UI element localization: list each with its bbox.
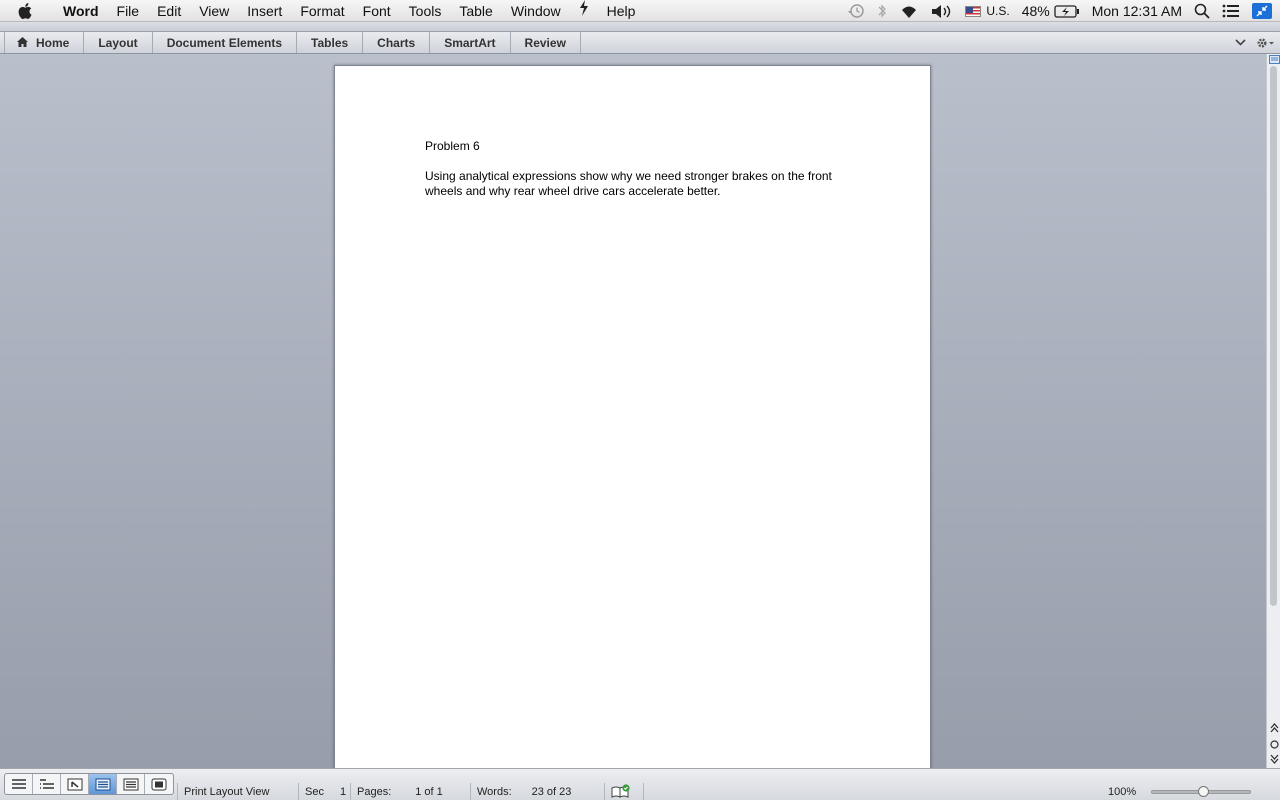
section-field[interactable]: Sec 1	[298, 783, 350, 800]
previous-page-icon[interactable]	[1268, 722, 1280, 734]
menu-view[interactable]: View	[190, 0, 238, 22]
next-page-icon[interactable]	[1268, 753, 1280, 765]
document-workspace: Problem 6 Using analytical expressions s…	[0, 54, 1266, 770]
section-label: Sec	[305, 786, 324, 798]
menu-bar: Word File Edit View Insert Format Font T…	[0, 0, 1280, 22]
input-source-label: U.S.	[986, 4, 1010, 18]
menu-insert[interactable]: Insert	[238, 0, 291, 22]
time-machine-icon[interactable]	[847, 3, 865, 19]
section-value: 1	[339, 786, 347, 798]
browse-object-icon[interactable]	[1268, 738, 1280, 750]
outline-view-button[interactable]	[33, 774, 61, 794]
words-value: 23 of 23	[531, 786, 572, 798]
tab-tables[interactable]: Tables	[297, 32, 364, 53]
menu-file[interactable]: File	[108, 0, 149, 22]
menu-format[interactable]: Format	[291, 0, 353, 22]
battery-icon[interactable]	[1054, 4, 1080, 18]
menu-help[interactable]: Help	[598, 0, 645, 22]
zoom-slider-knob[interactable]	[1198, 786, 1209, 797]
spotlight-icon[interactable]	[1194, 3, 1210, 19]
menu-app-word[interactable]: Word	[54, 0, 108, 22]
current-view-label: Print Layout View	[184, 786, 270, 798]
bluetooth-icon[interactable]	[877, 3, 887, 19]
tab-layout[interactable]: Layout	[84, 32, 153, 53]
zoom-slider[interactable]	[1151, 786, 1251, 797]
scrollbar-thumb[interactable]	[1270, 66, 1277, 606]
tab-home-label: Home	[36, 35, 70, 50]
words-field[interactable]: Words: 23 of 23	[470, 783, 604, 800]
tab-smartart-label: SmartArt	[444, 35, 496, 50]
tab-charts-label: Charts	[377, 35, 416, 50]
notification-center-icon[interactable]	[1222, 4, 1240, 18]
document-body[interactable]: Problem 6 Using analytical expressions s…	[425, 139, 845, 214]
zoom-level: 100%	[1108, 786, 1137, 798]
standard-toolbar-strip	[0, 22, 1280, 31]
tab-home[interactable]: Home	[4, 32, 85, 53]
apple-icon[interactable]	[18, 2, 38, 19]
input-source-indicator[interactable]: U.S.	[965, 4, 1010, 18]
pages-value: 1 of 1	[415, 786, 443, 798]
status-bar: Print Layout View Sec 1 Pages: 1 of 1 Wo…	[0, 768, 1280, 800]
tab-document-elements[interactable]: Document Elements	[153, 32, 298, 53]
pages-label: Pages:	[357, 786, 392, 798]
scripts-icon[interactable]	[570, 0, 598, 22]
focus-view-button[interactable]	[145, 774, 173, 794]
draft-view-button[interactable]	[5, 774, 33, 794]
menu-edit[interactable]: Edit	[148, 0, 190, 22]
gear-icon[interactable]	[1256, 37, 1274, 49]
document-heading[interactable]: Problem 6	[425, 139, 845, 154]
menu-font[interactable]: Font	[354, 0, 400, 22]
ruler-toggle-icon[interactable]	[1268, 54, 1280, 64]
tab-review-label: Review	[524, 35, 566, 50]
home-icon	[17, 36, 28, 50]
wifi-icon[interactable]	[899, 4, 919, 19]
menu-tools[interactable]: Tools	[400, 0, 451, 22]
publishing-layout-view-button[interactable]	[61, 774, 89, 794]
tab-smartart[interactable]: SmartArt	[430, 32, 511, 53]
words-label: Words:	[477, 786, 512, 798]
menu-window[interactable]: Window	[502, 0, 570, 22]
spelling-status[interactable]	[604, 783, 644, 800]
menu-table[interactable]: Table	[450, 0, 501, 22]
document-page[interactable]: Problem 6 Using analytical expressions s…	[334, 65, 931, 770]
tab-charts[interactable]: Charts	[363, 32, 431, 53]
battery-percent[interactable]: 48%	[1022, 3, 1050, 19]
pages-field[interactable]: Pages: 1 of 1	[350, 783, 470, 800]
ribbon-controls	[1225, 32, 1274, 53]
tab-layout-label: Layout	[98, 35, 138, 50]
fullscreen-toggle-icon[interactable]	[1252, 3, 1272, 19]
vertical-scrollbar[interactable]	[1266, 54, 1280, 768]
chevron-down-icon[interactable]	[1235, 39, 1246, 46]
clock[interactable]: Mon 12:31 AM	[1092, 3, 1182, 19]
print-layout-view-button[interactable]	[89, 774, 117, 794]
tab-document-elements-label: Document Elements	[166, 35, 283, 50]
spell-check-icon	[611, 783, 631, 800]
tab-review[interactable]: Review	[511, 32, 581, 53]
document-paragraph[interactable]: Using analytical expressions show why we…	[425, 169, 845, 199]
view-switcher	[4, 773, 174, 795]
current-view-field: Print Layout View	[177, 783, 298, 800]
menu-extras: U.S. 48% Mon 12:31 AM	[835, 0, 1280, 22]
ribbon-tab-bar: Home Layout Document Elements Tables Cha…	[0, 31, 1280, 54]
notebook-layout-view-button[interactable]	[117, 774, 145, 794]
tab-tables-label: Tables	[311, 35, 349, 50]
us-flag-icon	[965, 5, 982, 17]
volume-icon[interactable]	[931, 4, 953, 19]
